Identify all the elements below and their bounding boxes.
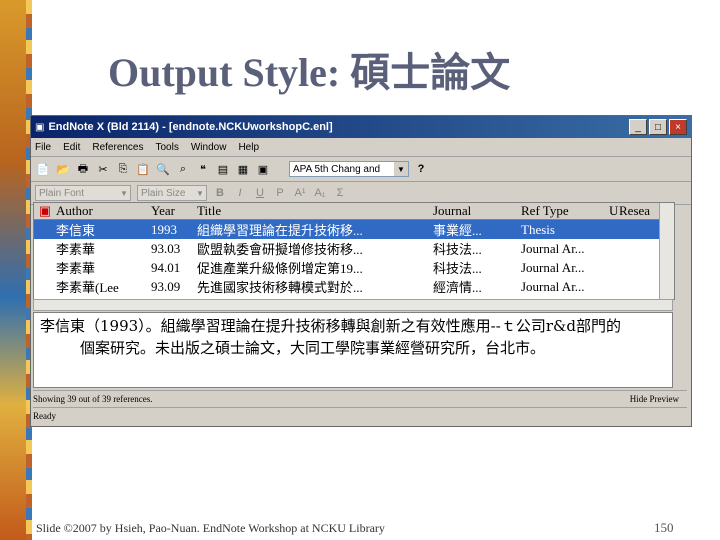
cell-year: 93.03: [151, 240, 181, 256]
decorative-border: [0, 0, 32, 540]
insert-citation-icon[interactable]: ❝: [195, 161, 211, 177]
paste-icon[interactable]: 📋: [135, 161, 151, 177]
preview-icon[interactable]: ▦: [235, 161, 251, 177]
font-select[interactable]: Plain Font ▼: [35, 185, 131, 201]
cell-ref-type: Journal Ar...: [521, 259, 585, 275]
ready-bar: Ready: [33, 407, 687, 424]
symbol-button[interactable]: Σ: [333, 187, 347, 199]
size-select[interactable]: Plain Size ▼: [137, 185, 207, 201]
cell-author: 李信東: [56, 223, 96, 238]
preview-line-1: 李信東（1993）。組織學習理論在提升技術移轉與創新之有效性應用--ｔ公司r&d…: [40, 317, 621, 335]
copy-icon[interactable]: ⎘: [115, 161, 131, 177]
find-icon[interactable]: 🔍: [155, 161, 171, 177]
col-title[interactable]: Title: [197, 203, 433, 219]
horizontal-scrollbar[interactable]: [33, 299, 673, 311]
menu-tools[interactable]: Tools: [156, 142, 179, 153]
cell-journal: 經濟情...: [433, 280, 482, 295]
chevron-down-icon: ▼: [394, 162, 408, 176]
slide-title: Output Style: 碩士論文: [108, 50, 511, 95]
cell-author: 李素華(Lee: [56, 280, 119, 295]
cell-year: 1993: [151, 221, 177, 237]
reference-count: Showing 39 out of 39 references.: [33, 394, 153, 404]
title-bar[interactable]: ▣ EndNote X (Bld 2114) - [endnote.NCKUwo…: [31, 116, 691, 138]
reference-list: ▣ Author Year Title Journal Ref Type U R…: [33, 202, 675, 300]
bold-button[interactable]: B: [213, 187, 227, 199]
menu-references[interactable]: References: [92, 142, 143, 153]
table-row[interactable]: 李信東 1993 組織學習理論在提升技術移... 事業經... Thesis: [34, 220, 674, 239]
table-row[interactable]: 李素華 93.03 歐盟執委會研擬增修技術移... 科技法... Journal…: [34, 239, 674, 258]
menu-bar: File Edit References Tools Window Help: [31, 138, 691, 157]
help-icon[interactable]: ?: [413, 161, 429, 177]
col-year[interactable]: Year: [151, 203, 197, 219]
attachment-icon: ▣: [38, 203, 52, 218]
cell-journal: 科技法...: [433, 261, 482, 276]
size-select-value: Plain Size: [141, 187, 186, 199]
endnote-window: ▣ EndNote X (Bld 2114) - [endnote.NCKUwo…: [30, 115, 692, 427]
preview-line-2: 個案研究。未出版之碩士論文，大同工學院事業經營研究所，台北市。: [80, 339, 546, 357]
table-row[interactable]: 李素華 94.01 促進產業升級條例增定第19... 科技法... Journa…: [34, 258, 674, 277]
new-icon[interactable]: 📄: [35, 161, 51, 177]
col-journal[interactable]: Journal: [433, 203, 521, 219]
print-icon[interactable]: 🖶: [75, 161, 91, 177]
cell-ref-type: Journal Ar...: [521, 278, 585, 294]
col-author[interactable]: Author: [56, 203, 151, 219]
image-icon[interactable]: ▣: [255, 161, 271, 177]
font-select-value: Plain Font: [39, 187, 85, 199]
col-url[interactable]: U: [609, 203, 619, 219]
hide-preview-button[interactable]: Hide Preview: [630, 394, 679, 404]
style-select-value: APA 5th Chang and: [293, 163, 381, 175]
page-number: 150: [654, 520, 674, 535]
style-select[interactable]: APA 5th Chang and ▼: [289, 161, 409, 177]
superscript-button[interactable]: A¹: [293, 187, 307, 199]
cell-year: 94.01: [151, 259, 181, 275]
menu-window[interactable]: Window: [191, 142, 227, 153]
cell-title: 促進產業升級條例增定第19...: [197, 261, 363, 276]
col-ref-type[interactable]: Ref Type: [521, 203, 609, 219]
format-bibliography-icon[interactable]: ▤: [215, 161, 231, 177]
table-row[interactable]: 李素華(Lee 93.09 先進國家技術移轉模式對於... 經濟情... Jou…: [34, 277, 674, 296]
cell-author: 李素華: [56, 242, 96, 257]
cut-icon[interactable]: ✂: [95, 161, 111, 177]
cell-year: 93.09: [151, 278, 181, 294]
cell-title: 組織學習理論在提升技術移...: [197, 223, 363, 238]
chevron-down-icon: ▼: [120, 188, 128, 198]
cell-author: 李素華: [56, 261, 96, 276]
cell-ref-type: Journal Ar...: [521, 240, 585, 256]
menu-help[interactable]: Help: [238, 142, 259, 153]
underline-button[interactable]: U: [253, 187, 267, 199]
table-header: ▣ Author Year Title Journal Ref Type U R…: [34, 203, 674, 220]
menu-edit[interactable]: Edit: [63, 142, 80, 153]
minimize-button[interactable]: _: [629, 119, 647, 135]
chevron-down-icon: ▼: [196, 188, 204, 198]
vertical-scrollbar[interactable]: [659, 203, 674, 299]
maximize-button[interactable]: □: [649, 119, 667, 135]
window-title: EndNote X (Bld 2114) - [endnote.NCKUwork…: [48, 121, 333, 133]
cell-journal: 事業經...: [433, 223, 482, 238]
preview-pane: 李信東（1993）。組織學習理論在提升技術移轉與創新之有效性應用--ｔ公司r&d…: [33, 312, 673, 388]
search-icon[interactable]: ⌕: [175, 161, 191, 177]
subscript-button[interactable]: A₁: [313, 187, 327, 199]
cell-ref-type: Thesis: [521, 221, 555, 237]
ready-status: Ready: [33, 411, 56, 421]
open-icon[interactable]: 📂: [55, 161, 71, 177]
cell-journal: 科技法...: [433, 242, 482, 257]
app-icon: ▣: [35, 121, 45, 133]
cell-title: 先進國家技術移轉模式對於...: [197, 280, 363, 295]
cell-title: 歐盟執委會研擬增修技術移...: [197, 242, 363, 257]
slide-footer: Slide ©2007 by Hsieh, Pao-Nuan. EndNote …: [36, 521, 385, 535]
status-bar: Showing 39 out of 39 references. Hide Pr…: [33, 390, 687, 407]
menu-file[interactable]: File: [35, 142, 51, 153]
main-toolbar: 📄 📂 🖶 ✂ ⎘ 📋 🔍 ⌕ ❝ ▤ ▦ ▣ APA 5th Chang an…: [31, 157, 691, 182]
italic-button[interactable]: I: [233, 187, 247, 199]
close-button[interactable]: ×: [669, 119, 687, 135]
plain-button[interactable]: P: [273, 187, 287, 199]
